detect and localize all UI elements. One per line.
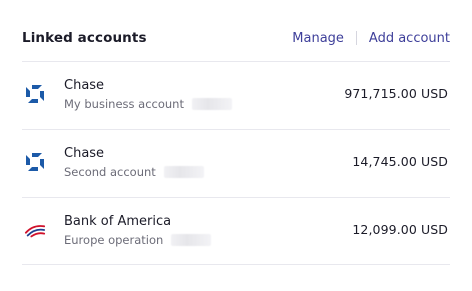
masked-account-number [191, 98, 232, 110]
account-balance: 14,745.00 USD [352, 154, 448, 169]
card-header: Linked accounts Manage Add account [22, 26, 450, 50]
account-info: Chase Second account [64, 146, 204, 179]
account-row[interactable]: Bank of America Europe operation 12,099.… [22, 197, 450, 265]
balance-amount: 14,745.00 [352, 154, 417, 169]
account-row[interactable]: Chase My business account 971,715.00 USD [22, 61, 450, 129]
masked-account-number [163, 166, 204, 178]
balance-currency: USD [420, 154, 448, 169]
chase-logo-icon [24, 151, 46, 173]
linked-accounts-card: Linked accounts Manage Add account Chase… [0, 0, 472, 291]
account-balance: 971,715.00 USD [344, 86, 448, 101]
account-label: My business account [64, 97, 184, 111]
balance-amount: 971,715.00 [344, 86, 417, 101]
card-title: Linked accounts [22, 30, 147, 46]
account-detail: Second account [64, 165, 204, 179]
add-account-link[interactable]: Add account [369, 31, 450, 46]
bank-name: Bank of America [64, 214, 172, 229]
chase-logo-icon [24, 83, 46, 105]
account-balance: 12,099.00 USD [352, 222, 448, 237]
account-detail: Europe operation [64, 233, 212, 247]
account-list: Chase My business account 971,715.00 USD [22, 61, 450, 265]
manage-link[interactable]: Manage [292, 31, 344, 46]
account-row[interactable]: Chase Second account 14,745.00 USD [22, 129, 450, 197]
divider [355, 31, 357, 45]
balance-currency: USD [420, 222, 448, 237]
account-detail: My business account [64, 97, 232, 111]
account-label: Second account [64, 165, 156, 179]
bank-of-america-logo-icon [24, 219, 46, 241]
account-label: Europe operation [64, 233, 164, 247]
bank-name: Chase [64, 78, 105, 93]
account-info: Bank of America Europe operation [64, 214, 212, 247]
account-info: Chase My business account [64, 78, 232, 111]
balance-amount: 12,099.00 [352, 222, 417, 237]
balance-currency: USD [420, 86, 448, 101]
masked-account-number [171, 234, 212, 246]
header-actions: Manage Add account [292, 31, 450, 46]
bank-name: Chase [64, 146, 105, 161]
